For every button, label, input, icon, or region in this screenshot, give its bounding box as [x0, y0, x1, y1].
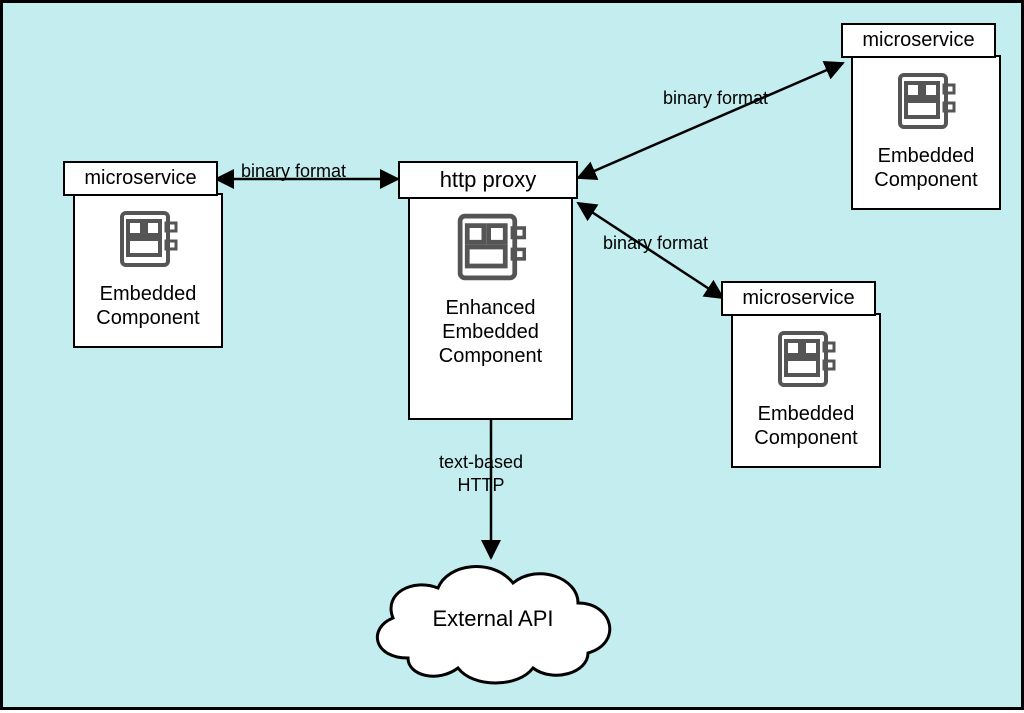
node-top-microservice: Embedded Component [851, 55, 1001, 210]
node-title-proxy: http proxy [398, 161, 578, 199]
component-icon [894, 69, 958, 138]
edge-label-proxy-api: text-based HTTP [439, 451, 523, 496]
node-proxy: Enhanced Embedded Component [408, 195, 573, 420]
component-label: Embedded Component [743, 402, 869, 450]
component-icon [116, 207, 180, 276]
component-icon [453, 209, 529, 290]
node-external-api: External API [353, 548, 633, 693]
component-label: Embedded Component [863, 144, 989, 192]
edge-proxy-top [578, 63, 843, 178]
node-title-right-microservice: microservice [721, 281, 876, 316]
node-right-microservice: Embedded Component [731, 313, 881, 468]
node-title-left-microservice: microservice [63, 161, 218, 196]
node-left-microservice: Embedded Component [73, 193, 223, 348]
external-api-label: External API [353, 606, 633, 632]
diagram-canvas: binary format binary format binary forma… [0, 0, 1024, 710]
edge-label-proxy-right: binary format [603, 233, 708, 254]
edge-label-proxy-top: binary format [663, 88, 768, 109]
component-label: Enhanced Embedded Component [420, 296, 561, 368]
node-title-top-microservice: microservice [841, 23, 996, 58]
component-icon [774, 327, 838, 396]
edge-label-left-proxy: binary format [241, 161, 346, 182]
component-label: Embedded Component [85, 282, 211, 330]
